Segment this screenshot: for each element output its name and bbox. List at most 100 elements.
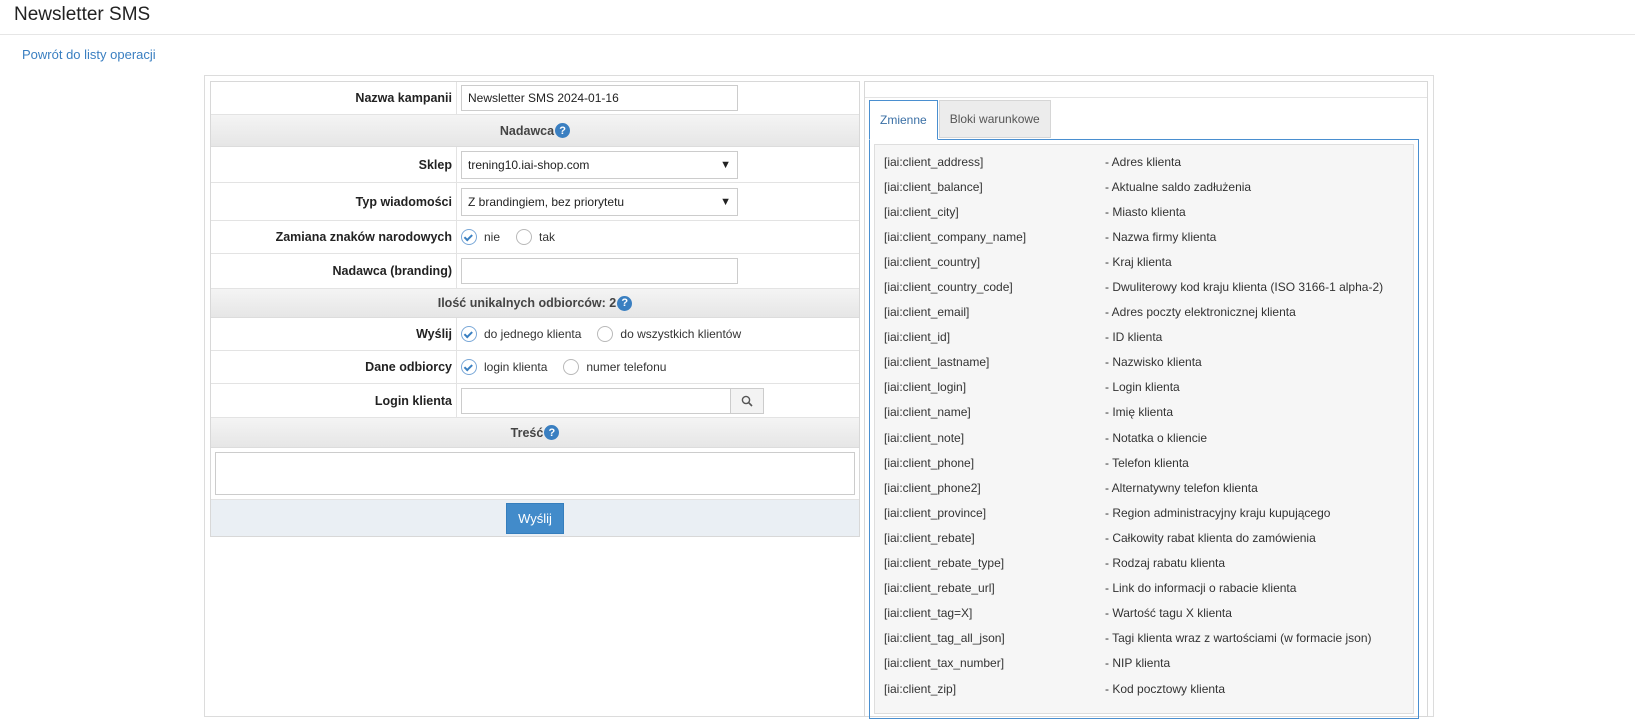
radio-label: do jednego klienta xyxy=(484,327,582,341)
variable-key[interactable]: [iai:client_rebate_url] xyxy=(875,581,1105,595)
client-login-search xyxy=(461,387,764,414)
radio-unchecked-icon[interactable] xyxy=(597,326,614,342)
variable-description: - Dwuliterowy kod kraju klienta (ISO 316… xyxy=(1105,280,1384,295)
variable-description: - Tagi klienta wraz z wartościami (w for… xyxy=(1105,631,1372,646)
sender-section-title: Nadawca xyxy=(499,123,555,138)
variable-key[interactable]: [iai:client_id] xyxy=(875,330,1105,344)
recipients-section-header: Ilość unikalnych odbiorców: 2? xyxy=(211,289,859,318)
campaign-name-row: Nazwa kampanii xyxy=(211,82,859,115)
variables-tab-content: [iai:client_address] - Adres klienta [iai:… xyxy=(869,139,1419,719)
variable-key[interactable]: [iai:client_note] xyxy=(875,431,1105,445)
shop-select[interactable]: trening10.iai-shop.com ▼ xyxy=(461,150,738,179)
branding-input[interactable] xyxy=(461,258,738,284)
char-replace-option-nie[interactable]: nie xyxy=(461,229,500,245)
variable-row: [iai:client_city] - Miasto klienta xyxy=(875,199,1413,224)
radio-checked-icon[interactable] xyxy=(461,326,477,342)
variable-description: - Nazwisko klienta xyxy=(1105,355,1202,370)
send-button[interactable]: Wyślij xyxy=(506,502,564,534)
variable-description: - Aktualne saldo zadłużenia xyxy=(1105,179,1252,194)
variable-key[interactable]: [iai:client_tag_all_json] xyxy=(875,631,1105,645)
back-to-operations-link[interactable]: Powrót do listy operacji xyxy=(22,47,156,62)
variable-description: - Link do informacji o rabacie klienta xyxy=(1105,581,1297,596)
variable-key[interactable]: [iai:client_balance] xyxy=(875,180,1105,194)
variable-row: [iai:client_tag_all_json] - Tagi klienta … xyxy=(875,626,1413,651)
variable-description: - Kraj klienta xyxy=(1105,254,1172,269)
tab-variables[interactable]: Zmienne xyxy=(869,100,938,140)
title-divider xyxy=(0,34,1635,35)
chevron-down-icon: ▼ xyxy=(720,195,731,208)
variable-key[interactable]: [iai:client_country_code] xyxy=(875,280,1105,294)
variable-row: [iai:client_rebate_url] - Link do informa… xyxy=(875,576,1413,601)
radio-unchecked-icon[interactable] xyxy=(563,359,580,375)
search-icon xyxy=(741,395,753,407)
variable-row: [iai:client_note] - Notatka o kliencie xyxy=(875,425,1413,450)
variable-key[interactable]: [iai:client_company_name] xyxy=(875,230,1105,244)
recipient-data-option-login[interactable]: login klienta xyxy=(461,359,547,375)
variable-description: - Wartość tagu X klienta xyxy=(1105,606,1232,621)
send-option-one-client[interactable]: do jednego klienta xyxy=(461,326,581,342)
content-textarea-wrap xyxy=(211,448,859,500)
branding-row: Nadawca (branding) xyxy=(211,254,859,289)
variable-row: [iai:client_rebate] - Całkowity rabat kli… xyxy=(875,525,1413,550)
variable-key[interactable]: [iai:client_phone] xyxy=(875,456,1105,470)
variables-panel: Zmienne Bloki warunkowe [iai:client_addr… xyxy=(864,81,1428,719)
client-login-input[interactable] xyxy=(461,387,730,414)
variable-row: [iai:client_address] - Adres klienta xyxy=(875,149,1413,174)
variables-list: [iai:client_address] - Adres klienta [iai:… xyxy=(874,144,1414,714)
variable-row: [iai:client_rebate_type] - Rodzaj rabatu … xyxy=(875,551,1413,576)
variable-row: [iai:client_zip] - Kod pocztowy klienta xyxy=(875,676,1413,701)
send-row: Wyślij do jednego klienta do wszystkich … xyxy=(211,318,859,351)
variable-row: [iai:client_id] - ID klienta xyxy=(875,325,1413,350)
variable-key[interactable]: [iai:client_phone2] xyxy=(875,481,1105,495)
variables-tabs: Zmienne Bloki warunkowe xyxy=(869,100,1052,140)
variable-key[interactable]: [iai:client_rebate] xyxy=(875,531,1105,545)
message-type-select[interactable]: Z brandingiem, bez priorytetu ▼ xyxy=(461,187,738,216)
variable-key[interactable]: [iai:client_address] xyxy=(875,155,1105,169)
variable-description: - Całkowity rabat klienta do zamówienia xyxy=(1105,530,1316,545)
variable-key[interactable]: [iai:client_zip] xyxy=(875,682,1105,696)
variable-key[interactable]: [iai:client_lastname] xyxy=(875,355,1105,369)
char-replace-row: Zamiana znaków narodowych nie tak xyxy=(211,221,859,254)
question-circle-icon[interactable]: ? xyxy=(555,123,571,138)
variable-row: [iai:client_phone2] - Alternatywny telefo… xyxy=(875,475,1413,500)
send-label: Wyślij xyxy=(211,318,457,350)
variable-key[interactable]: [iai:client_name] xyxy=(875,405,1105,419)
variable-key[interactable]: [iai:client_province] xyxy=(875,506,1105,520)
question-circle-icon[interactable]: ? xyxy=(617,295,633,311)
radio-checked-icon[interactable] xyxy=(461,359,477,375)
campaign-form: Nazwa kampanii Nadawca? Sklep trening10.… xyxy=(210,81,860,537)
message-type-selected-value: Z brandingiem, bez priorytetu xyxy=(468,194,625,209)
radio-label: do wszystkich klientów xyxy=(620,327,742,341)
client-login-row: Login klienta xyxy=(211,384,859,418)
client-login-label: Login klienta xyxy=(211,384,457,417)
variable-row: [iai:client_province] - Region administra… xyxy=(875,500,1413,525)
variable-description: - Adres poczty elektronicznej klienta xyxy=(1105,305,1296,320)
recipient-data-option-phone[interactable]: numer telefonu xyxy=(563,359,666,375)
page-title: Newsletter SMS xyxy=(14,4,151,25)
variable-description: - ID klienta xyxy=(1105,330,1163,345)
variable-key[interactable]: [iai:client_country] xyxy=(875,255,1105,269)
question-circle-icon[interactable]: ? xyxy=(544,425,560,440)
recipient-data-label: Dane odbiorcy xyxy=(211,351,457,383)
tab-conditional-blocks[interactable]: Bloki warunkowe xyxy=(938,100,1051,138)
radio-unchecked-icon[interactable] xyxy=(516,229,533,245)
variable-description: - Kod pocztowy klienta xyxy=(1105,681,1226,696)
variable-key[interactable]: [iai:client_city] xyxy=(875,205,1105,219)
client-search-button[interactable] xyxy=(730,387,764,414)
variable-description: - Imię klienta xyxy=(1105,405,1174,420)
radio-label: nie xyxy=(484,230,501,244)
variable-key[interactable]: [iai:client_login] xyxy=(875,380,1105,394)
variable-row: [iai:client_balance] - Aktualne saldo zad… xyxy=(875,174,1413,199)
campaign-name-input[interactable] xyxy=(461,85,738,111)
content-textarea[interactable] xyxy=(215,452,855,495)
variable-description: - Login klienta xyxy=(1105,380,1180,395)
variable-row: [iai:client_country_code] - Dwuliterowy k… xyxy=(875,274,1413,299)
char-replace-option-tak[interactable]: tak xyxy=(516,229,555,245)
radio-checked-icon[interactable] xyxy=(461,229,477,245)
char-replace-label: Zamiana znaków narodowych xyxy=(211,221,457,253)
variable-key[interactable]: [iai:client_email] xyxy=(875,305,1105,319)
variable-key[interactable]: [iai:client_tax_number] xyxy=(875,656,1105,670)
variable-key[interactable]: [iai:client_rebate_type] xyxy=(875,556,1105,570)
variable-key[interactable]: [iai:client_tag=X] xyxy=(875,606,1105,620)
send-option-all-clients[interactable]: do wszystkich klientów xyxy=(597,326,741,342)
